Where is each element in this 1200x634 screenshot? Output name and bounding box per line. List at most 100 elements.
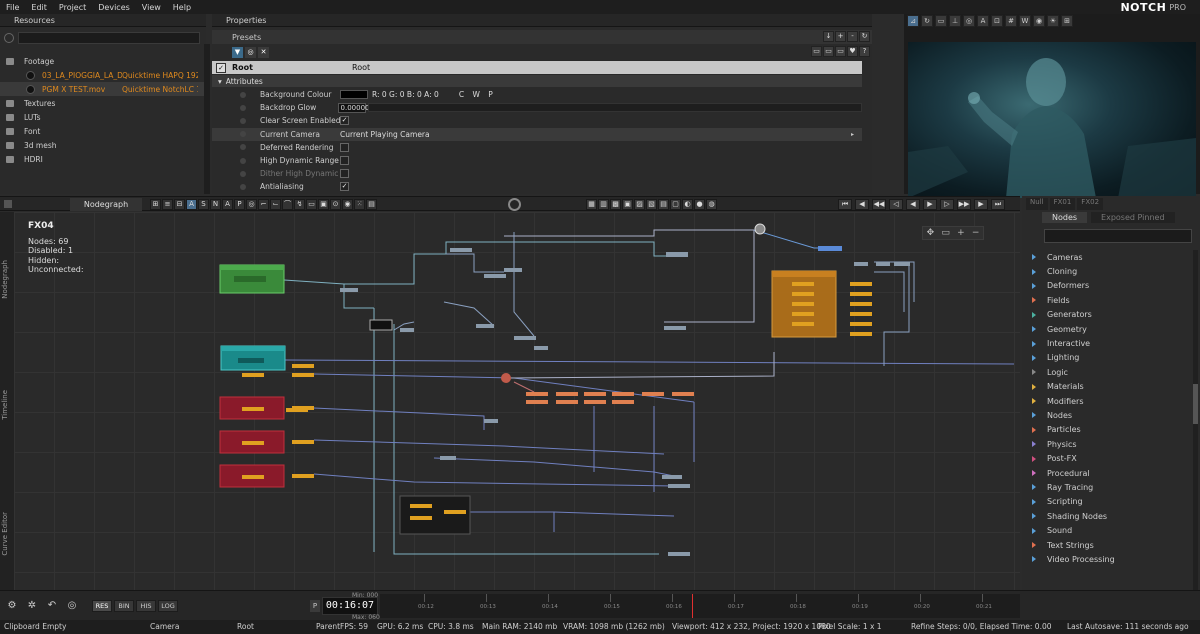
elbow-icon[interactable]: ⌙: [270, 199, 281, 210]
backdrop-glow-input[interactable]: 0.00000: [337, 102, 370, 113]
snap-a-icon[interactable]: A: [222, 199, 233, 210]
node-category-item[interactable]: Text Strings: [1022, 538, 1200, 552]
playhead[interactable]: [692, 594, 693, 618]
node-category-item[interactable]: Generators: [1022, 308, 1200, 322]
frame-forward-icon[interactable]: ▷: [940, 199, 954, 210]
menu-edit[interactable]: Edit: [25, 3, 53, 12]
fit-icon[interactable]: ⊡: [991, 15, 1003, 27]
timecode-display[interactable]: 00:16:07: [322, 597, 378, 615]
keyframe-dot-icon[interactable]: [240, 117, 246, 124]
node-category-item[interactable]: Nodes: [1022, 408, 1200, 422]
duplicate-icon[interactable]: ▭: [835, 46, 846, 57]
group-icon[interactable]: ▣: [318, 199, 329, 210]
paste-icon[interactable]: ▭: [823, 46, 834, 57]
view-icon[interactable]: ⊿: [907, 15, 919, 27]
ak-icon[interactable]: A: [186, 199, 197, 210]
layer-tab[interactable]: Null: [1026, 198, 1048, 210]
snap-p-icon[interactable]: P: [234, 199, 245, 210]
dropdown-arrow-icon[interactable]: ▸: [851, 131, 854, 138]
node-category-item[interactable]: Materials: [1022, 380, 1200, 394]
exposure-icon[interactable]: ◐: [682, 199, 693, 210]
root-enable-checkbox[interactable]: ✓: [216, 62, 226, 73]
scroll-thumb[interactable]: [1193, 384, 1198, 424]
skip-end-icon[interactable]: ⏭: [991, 199, 1005, 210]
node-category-item[interactable]: Physics: [1022, 437, 1200, 451]
layout-icon[interactable]: ⊟: [174, 199, 185, 210]
link-icon[interactable]: ⌐: [258, 199, 269, 210]
close-icon[interactable]: ✕: [258, 47, 269, 58]
gear-icon[interactable]: [508, 198, 521, 211]
step-forward-icon[interactable]: ▶: [974, 199, 988, 210]
node-category-item[interactable]: Post-FX: [1022, 451, 1200, 465]
grid-icon[interactable]: #: [1005, 15, 1017, 27]
folder-font[interactable]: Font: [0, 124, 206, 138]
keyframe-dot-icon[interactable]: [240, 144, 246, 151]
frame-back-icon[interactable]: ◁: [889, 199, 903, 210]
rotate-icon[interactable]: ↻: [921, 15, 933, 27]
snapshot-icon[interactable]: ▢: [670, 199, 681, 210]
step-back-icon[interactable]: ◀: [855, 199, 869, 210]
resource-file[interactable]: 03_LA_PIOGGIA_LA_DONQuicktime HAPQ 1920: [0, 68, 206, 82]
gear-icon[interactable]: ⚙: [4, 599, 20, 613]
node-category-item[interactable]: Scripting: [1022, 495, 1200, 509]
settings-alt-icon[interactable]: ✲: [24, 599, 40, 613]
node-field-hub[interactable]: [501, 373, 511, 383]
keyframe-dot-icon[interactable]: [240, 91, 246, 98]
node-group-dark[interactable]: [369, 319, 471, 535]
texture-icon[interactable]: ▨: [634, 199, 645, 210]
nodes-scrollbar[interactable]: [1193, 250, 1198, 610]
record-icon[interactable]: ●: [694, 199, 705, 210]
backdrop-glow-slider[interactable]: [367, 103, 862, 113]
node-category-item[interactable]: Particles: [1022, 423, 1200, 437]
node-category-item[interactable]: Ray Tracing: [1022, 480, 1200, 494]
viewport-render[interactable]: [908, 42, 1196, 198]
fast-forward-icon[interactable]: ▶▶: [957, 199, 971, 210]
preview-icon[interactable]: ▣: [622, 199, 633, 210]
node-search-input[interactable]: [1044, 229, 1192, 243]
note-icon[interactable]: ▤: [366, 199, 377, 210]
folder-3d-mesh[interactable]: 3d mesh: [0, 138, 206, 152]
tab-nodes[interactable]: Nodes: [1042, 212, 1088, 223]
node-category-item[interactable]: Cloning: [1022, 264, 1200, 278]
wireframe-icon[interactable]: W: [1019, 15, 1031, 27]
deferred-rendering-checkbox[interactable]: [340, 142, 349, 152]
copy-icon[interactable]: ▭: [811, 46, 822, 57]
keyframe-dot-icon[interactable]: [240, 170, 246, 177]
current-camera-select[interactable]: Current Playing Camera: [340, 130, 851, 139]
node-category-item[interactable]: Sound: [1022, 523, 1200, 537]
resource-file-selected[interactable]: PGM X TEST.mov Quicktime NotchLC 19: [0, 82, 206, 96]
node-category-item[interactable]: Logic: [1022, 365, 1200, 379]
fullscreen-icon[interactable]: ⊞: [1061, 15, 1073, 27]
node-category-item[interactable]: Interactive: [1022, 336, 1200, 350]
menu-file[interactable]: File: [0, 3, 25, 12]
alpha-icon[interactable]: ▧: [646, 199, 657, 210]
side-tab-timeline[interactable]: Timeline: [1, 390, 13, 420]
node-category-item[interactable]: Lighting: [1022, 351, 1200, 365]
node-category-item[interactable]: Geometry: [1022, 322, 1200, 336]
mode-bin-button[interactable]: BIN: [114, 600, 134, 612]
mode-res-button[interactable]: RES: [92, 600, 112, 612]
route-icon[interactable]: ↯: [294, 199, 305, 210]
light-icon[interactable]: ☀: [1047, 15, 1059, 27]
antialiasing-checkbox[interactable]: ✓: [340, 182, 349, 192]
align-icon[interactable]: ≡: [162, 199, 173, 210]
pan-icon[interactable]: ✥: [927, 228, 935, 238]
root-node-row[interactable]: ✓ Root Root: [212, 61, 862, 74]
mode-log-button[interactable]: LOG: [158, 600, 178, 612]
folder-hdri[interactable]: HDRI: [0, 152, 206, 166]
grid-icon[interactable]: ⊞: [150, 199, 161, 210]
node-category-item[interactable]: Deformers: [1022, 279, 1200, 293]
collapse-icon[interactable]: ▭: [306, 199, 317, 210]
dither-hdr-checkbox[interactable]: [340, 169, 349, 179]
minus-icon[interactable]: -: [847, 31, 858, 42]
play-icon[interactable]: [26, 84, 35, 94]
hdr-checkbox[interactable]: [340, 156, 349, 166]
background-colour-swatch[interactable]: [340, 90, 368, 100]
folder-textures[interactable]: Textures: [0, 96, 206, 110]
arrow-down-icon[interactable]: ↓: [823, 31, 834, 42]
target-icon[interactable]: ◎: [64, 599, 80, 613]
keyframe-dot-icon[interactable]: [240, 157, 246, 164]
camera-icon[interactable]: ◉: [1033, 15, 1045, 27]
clear-screen-checkbox[interactable]: ✓: [340, 116, 349, 126]
zoom-out-icon[interactable]: −: [972, 228, 980, 238]
